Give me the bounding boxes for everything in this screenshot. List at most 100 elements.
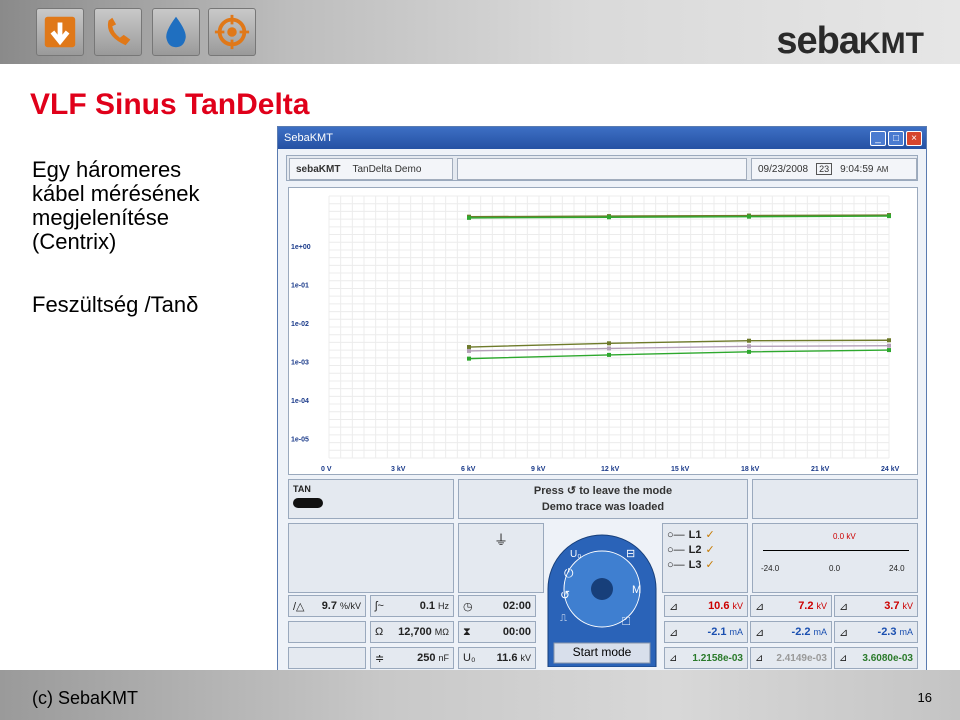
x-tick-label: 24 kV — [881, 466, 900, 473]
l3-tan: ⊿ 3.6080e-03 — [834, 647, 918, 669]
y-tick-label: 1e-04 — [291, 398, 309, 405]
tan-label: TAN — [293, 484, 311, 494]
message-loaded: Demo trace was loaded — [541, 501, 665, 513]
maximize-button[interactable]: □ — [888, 130, 904, 146]
ground-icon: ⏚ — [494, 532, 508, 548]
tan-toggle[interactable] — [293, 498, 323, 508]
data-point — [467, 356, 471, 361]
scale-max: 24.0 — [889, 564, 905, 573]
phase-l1[interactable]: ○— L1 ✓ — [667, 528, 743, 542]
x-tick-label: 6 kV — [461, 466, 476, 473]
data-point — [607, 341, 611, 346]
svg-text:U₀: U₀ — [570, 549, 581, 560]
page-number: 16 — [917, 690, 932, 705]
window-titlebar: SebaKMT _ □ × — [278, 127, 926, 149]
data-point — [607, 346, 611, 351]
slide-description: Egy háromeres kábel mérésének megjelenít… — [32, 157, 200, 254]
readout-blank2 — [288, 647, 366, 669]
left-empty-panel — [288, 523, 454, 593]
l2-ma: ⊿ -2.2 mA — [750, 621, 832, 643]
sebakmt-logo: sebaKMT — [776, 20, 924, 62]
date-text: 09/23/2008 — [758, 163, 809, 175]
data-point — [747, 214, 751, 219]
start-mode-label: Start mode — [572, 645, 632, 659]
y-tick-label: 1e-01 — [291, 283, 309, 290]
scale-value: 0.0 kV — [833, 532, 856, 541]
x-tick-label: 18 kV — [741, 466, 760, 473]
l1-tan: ⊿ 1.2158e-03 — [664, 647, 748, 669]
header-bar: sebaKMT TanDelta Demo 09/23/2008 23 9:04… — [286, 155, 918, 181]
voltage-scale-panel: 0.0 kV -24.0 0.0 24.0 — [752, 523, 918, 593]
data-point — [887, 343, 891, 348]
y-tick-label: 1e+00 — [291, 244, 311, 251]
top-banner: sebaKMT — [0, 0, 960, 64]
message-press: Press — [533, 485, 564, 497]
header-logo: sebaKMT — [296, 163, 341, 175]
x-tick-label: 0 V — [321, 466, 332, 473]
footer-bar — [0, 670, 960, 720]
data-point — [607, 352, 611, 357]
l2-kv: ⊿ 7.2 kV — [750, 595, 832, 617]
svg-text:⏍: ⏍ — [622, 616, 630, 628]
chart-area: 1e+00 1e-01 1e-02 1e-03 1e-04 1e-05 0 V 3 kV 6 k… — [288, 187, 918, 475]
mode-label: TanDelta Demo — [352, 163, 422, 175]
readout-blank1 — [288, 621, 366, 643]
info-box — [457, 158, 747, 180]
return-icon: ↺ — [566, 485, 580, 497]
readout-u0: U₀ 11.6 kV — [458, 647, 536, 669]
message-panel: Press ↺ to leave the mode Demo trace was… — [458, 479, 748, 519]
readout-timer2: ⧗ 00:00 — [458, 621, 536, 643]
scale-min: -24.0 — [761, 564, 780, 573]
readout-tan-per-kv: /△ 9.7 %/kV — [288, 595, 366, 617]
slide-subtitle: Feszültség /Tanδ — [32, 292, 199, 317]
x-tick-label: 15 kV — [671, 466, 690, 473]
l1-ma: ⊿ -2.1 mA — [664, 621, 748, 643]
window-title: SebaKMT — [284, 132, 333, 144]
x-tick-label: 3 kV — [391, 466, 406, 473]
svg-text:M: M — [632, 584, 641, 596]
x-tick-label: 12 kV — [601, 466, 620, 473]
data-point — [467, 345, 471, 350]
data-point — [887, 214, 891, 219]
l3-ma: ⊿ -2.3 mA — [834, 621, 918, 643]
data-point — [747, 344, 751, 349]
svg-text:⏻: ⏻ — [564, 566, 574, 580]
copyright-text: (c) SebaKMT — [32, 688, 139, 708]
readout-capacitance: ≑ 250 nF — [370, 647, 454, 669]
data-point — [467, 348, 471, 353]
y-tick-label: 1e-05 — [291, 437, 309, 444]
minimize-button[interactable]: _ — [870, 130, 886, 146]
phone-icon — [94, 8, 142, 56]
y-tick-label: 1e-03 — [291, 360, 309, 367]
svg-text:⊟: ⊟ — [626, 548, 635, 560]
close-button[interactable]: × — [906, 130, 922, 146]
side-panel — [752, 479, 918, 519]
x-tick-label: 9 kV — [531, 466, 546, 473]
y-tick-label: 1e-02 — [291, 321, 309, 328]
l1-kv: ⊿ 10.6 kV — [664, 595, 748, 617]
phase-selector: ○— L1 ✓ ○— L2 ✓ ○— L3 ✓ — [662, 523, 748, 593]
readout-timer1: ◷ 02:00 — [458, 595, 536, 617]
svg-text:↺: ↺ — [560, 588, 570, 602]
time-text: 9:04:59 — [840, 163, 874, 175]
data-point — [747, 338, 751, 343]
slide-title: VLF Sinus TanDelta — [30, 88, 310, 121]
l2-tan: ⊿ 2.4149e-03 — [750, 647, 832, 669]
timer-icon: ⧗ — [463, 625, 471, 638]
time-suffix: AM — [876, 164, 889, 174]
calendar-icon[interactable]: 23 — [816, 163, 833, 175]
download-arrow-icon — [36, 8, 84, 56]
mode-dial[interactable]: U₀ ⏻ ↺ ⎍ ⊟ M ⏍ Start mode — [544, 517, 660, 668]
clock-icon: ◷ — [463, 600, 473, 613]
phase-l3[interactable]: ○— L3 ✓ — [667, 558, 743, 572]
tan-panel: TAN — [288, 479, 454, 519]
svg-text:⎍: ⎍ — [560, 613, 567, 624]
data-point — [467, 215, 471, 220]
message-leave: to leave the mode — [579, 485, 673, 497]
phase-l2[interactable]: ○— L2 ✓ — [667, 543, 743, 557]
datetime-box: 09/23/2008 23 9:04:59 AM — [751, 158, 917, 180]
readout-frequency: ʃ~ 0.1 Hz — [370, 595, 454, 617]
chart-svg: 1e+00 1e-01 1e-02 1e-03 1e-04 1e-05 0 V 3 kV 6 k… — [291, 195, 900, 473]
l3-kv: ⊿ 3.7 kV — [834, 595, 918, 617]
water-drop-icon — [152, 8, 200, 56]
